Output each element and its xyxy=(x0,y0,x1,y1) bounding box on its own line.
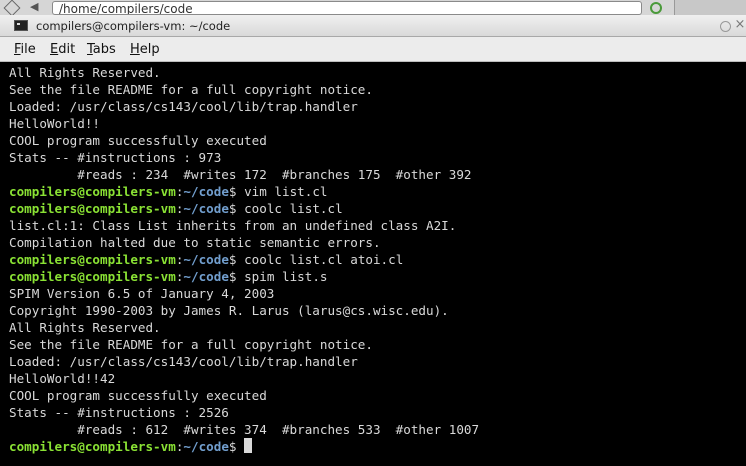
prompt-user-host: compilers@compilers-vm xyxy=(9,252,176,267)
command-text: coolc list.cl atoi.cl xyxy=(236,252,404,267)
prompt-line: compilers@compilers-vm:~/code$ spim list… xyxy=(9,268,328,285)
prompt-path: ~/code xyxy=(183,252,229,267)
output-line: list.cl:1: Class List inherits from an u… xyxy=(9,218,457,233)
output-line: Loaded: /usr/class/cs143/cool/lib/trap.h… xyxy=(9,99,358,114)
menu-tabs[interactable]: Tabs xyxy=(87,42,116,57)
prompt-line: compilers@compilers-vm:~/code$ vim list.… xyxy=(9,183,328,200)
output-line: Compilation halted due to static semanti… xyxy=(9,235,381,250)
menu-file[interactable]: File xyxy=(14,42,36,57)
menu-bar: File Edit Tabs Help xyxy=(0,37,746,62)
prompt-path: ~/code xyxy=(183,269,229,284)
prompt-path: ~/code xyxy=(183,201,229,216)
output-line: #reads : 234 #writes 172 #branches 175 #… xyxy=(9,167,472,182)
output-line: Stats -- #instructions : 973 xyxy=(9,150,222,165)
terminal-window: compilers@compilers-vm: ~/code × File Ed… xyxy=(0,15,746,466)
output-line: Copyright 1990-2003 by James R. Larus (l… xyxy=(9,303,449,318)
title-bar[interactable]: compilers@compilers-vm: ~/code × xyxy=(0,15,746,37)
reload-icon[interactable] xyxy=(650,2,662,14)
output-line: SPIM Version 6.5 of January 4, 2003 xyxy=(9,286,275,301)
terminal-output[interactable]: All Rights Reserved. See the file README … xyxy=(0,63,746,466)
background-window: ◀ /home/compilers/code xyxy=(0,0,746,17)
prompt-user-host: compilers@compilers-vm xyxy=(9,439,176,454)
command-text: vim list.cl xyxy=(236,184,328,199)
output-line: COOL program successfully executed xyxy=(9,133,267,148)
menu-help-mnemonic: H xyxy=(130,42,140,57)
command-text: coolc list.cl xyxy=(236,201,343,216)
prompt-symbol: $ xyxy=(228,252,237,267)
prompt-line: compilers@compilers-vm:~/code$ xyxy=(9,438,253,455)
output-line: HelloWorld!! xyxy=(9,116,100,131)
menu-help-rest: elp xyxy=(139,42,160,57)
output-line: COOL program successfully executed xyxy=(9,388,267,403)
arrow-icon: ◀ xyxy=(30,0,39,13)
menu-file-rest: ile xyxy=(20,42,36,57)
text-cursor xyxy=(244,438,253,453)
output-line: #reads : 612 #writes 374 #branches 533 #… xyxy=(9,422,480,437)
address-bar[interactable]: /home/compilers/code xyxy=(52,1,642,15)
menu-edit-mnemonic: E xyxy=(50,42,59,57)
app-icon xyxy=(3,0,21,17)
prompt-path: ~/code xyxy=(183,439,229,454)
output-line: All Rights Reserved. xyxy=(9,320,161,335)
menu-edit-rest: dit xyxy=(58,42,76,57)
minimize-button[interactable] xyxy=(720,21,731,32)
output-line: All Rights Reserved. xyxy=(9,65,161,80)
prompt-user-host: compilers@compilers-vm xyxy=(9,201,176,216)
output-line: Stats -- #instructions : 2526 xyxy=(9,405,229,420)
menu-edit[interactable]: Edit xyxy=(50,42,75,57)
prompt-user-host: compilers@compilers-vm xyxy=(9,269,176,284)
prompt-user-host: compilers@compilers-vm xyxy=(9,184,176,199)
menu-tabs-rest: abs xyxy=(92,42,116,57)
command-text xyxy=(237,439,245,454)
prompt-symbol: $ xyxy=(228,439,237,454)
prompt-symbol: $ xyxy=(228,201,237,216)
close-button[interactable]: × xyxy=(734,18,746,31)
menu-help[interactable]: Help xyxy=(130,42,160,57)
prompt-symbol: $ xyxy=(228,269,237,284)
terminal-icon xyxy=(14,20,28,31)
prompt-path: ~/code xyxy=(183,184,229,199)
window-title: compilers@compilers-vm: ~/code xyxy=(36,19,231,33)
prompt-line: compilers@compilers-vm:~/code$ coolc lis… xyxy=(9,251,403,268)
command-text: spim list.s xyxy=(236,269,328,284)
prompt-symbol: $ xyxy=(228,184,237,199)
output-line: See the file README for a full copyright… xyxy=(9,337,373,352)
output-line: HelloWorld!!42 xyxy=(9,371,116,386)
output-line: Loaded: /usr/class/cs143/cool/lib/trap.h… xyxy=(9,354,358,369)
background-window-edge xyxy=(674,0,746,16)
output-line: See the file README for a full copyright… xyxy=(9,82,373,97)
prompt-line: compilers@compilers-vm:~/code$ coolc lis… xyxy=(9,200,343,217)
